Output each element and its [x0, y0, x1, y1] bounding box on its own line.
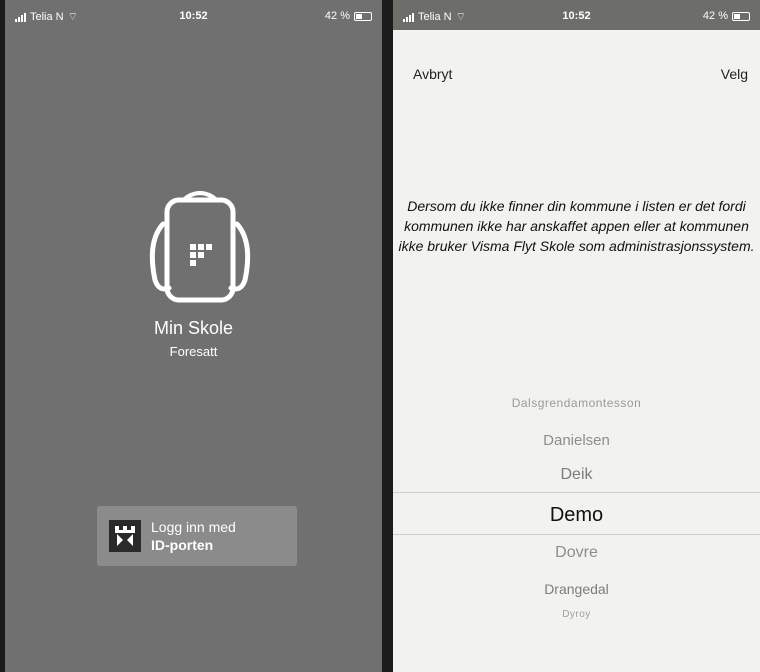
- battery-icon: [354, 11, 372, 21]
- backpack-logo-icon: [149, 191, 251, 303]
- login-line2: ID-porten: [151, 537, 214, 553]
- picker-item[interactable]: Deik: [393, 466, 760, 484]
- status-bar: Telia N ⌔ 10:52 42 %: [393, 0, 760, 30]
- app-subtitle: Foresatt: [169, 344, 218, 359]
- login-line1: Logg inn med: [151, 519, 236, 535]
- picker-selection-line-bottom: [393, 534, 760, 535]
- municipality-picker-screen: Telia N ⌔ 10:52 42 % Avbryt Velg Dersom …: [393, 0, 760, 672]
- info-text: Dersom du ikke finner din kommune i list…: [398, 198, 755, 254]
- battery-icon: [732, 11, 750, 21]
- status-bar: Telia N ⌔ 10:52 42 %: [5, 0, 382, 30]
- municipality-picker[interactable]: Dalsgrendamontesson Danielsen Deik Demo Dovr…: [393, 388, 760, 638]
- picker-item[interactable]: Drangedal: [393, 581, 760, 597]
- idporten-icon: [109, 520, 141, 552]
- app-title: Min Skole: [153, 318, 234, 338]
- battery-percent: 42 %: [324, 10, 350, 22]
- picker-item[interactable]: Danielsen: [393, 432, 760, 449]
- picker-item[interactable]: Dalsgrendamontesson: [393, 396, 760, 410]
- battery-percent: 42 %: [702, 10, 728, 22]
- login-label: Logg inn med ID-porten: [151, 518, 236, 554]
- choose-button[interactable]: Velg: [721, 66, 748, 82]
- cancel-button[interactable]: Avbryt: [413, 66, 452, 82]
- picker-item[interactable]: Dyroy: [393, 609, 760, 620]
- picker-item[interactable]: Dovre: [393, 544, 760, 562]
- battery: 42 %: [703, 10, 750, 22]
- picker-selection-line-top: [393, 492, 760, 493]
- battery: 42 %: [325, 10, 372, 22]
- login-idporten-button[interactable]: Logg inn med ID-porten: [97, 506, 297, 566]
- picker-item[interactable]: Demo: [393, 504, 760, 527]
- login-screen: Telia N ⌔ 10:52 42 % Min Skole Foresatt: [5, 0, 382, 672]
